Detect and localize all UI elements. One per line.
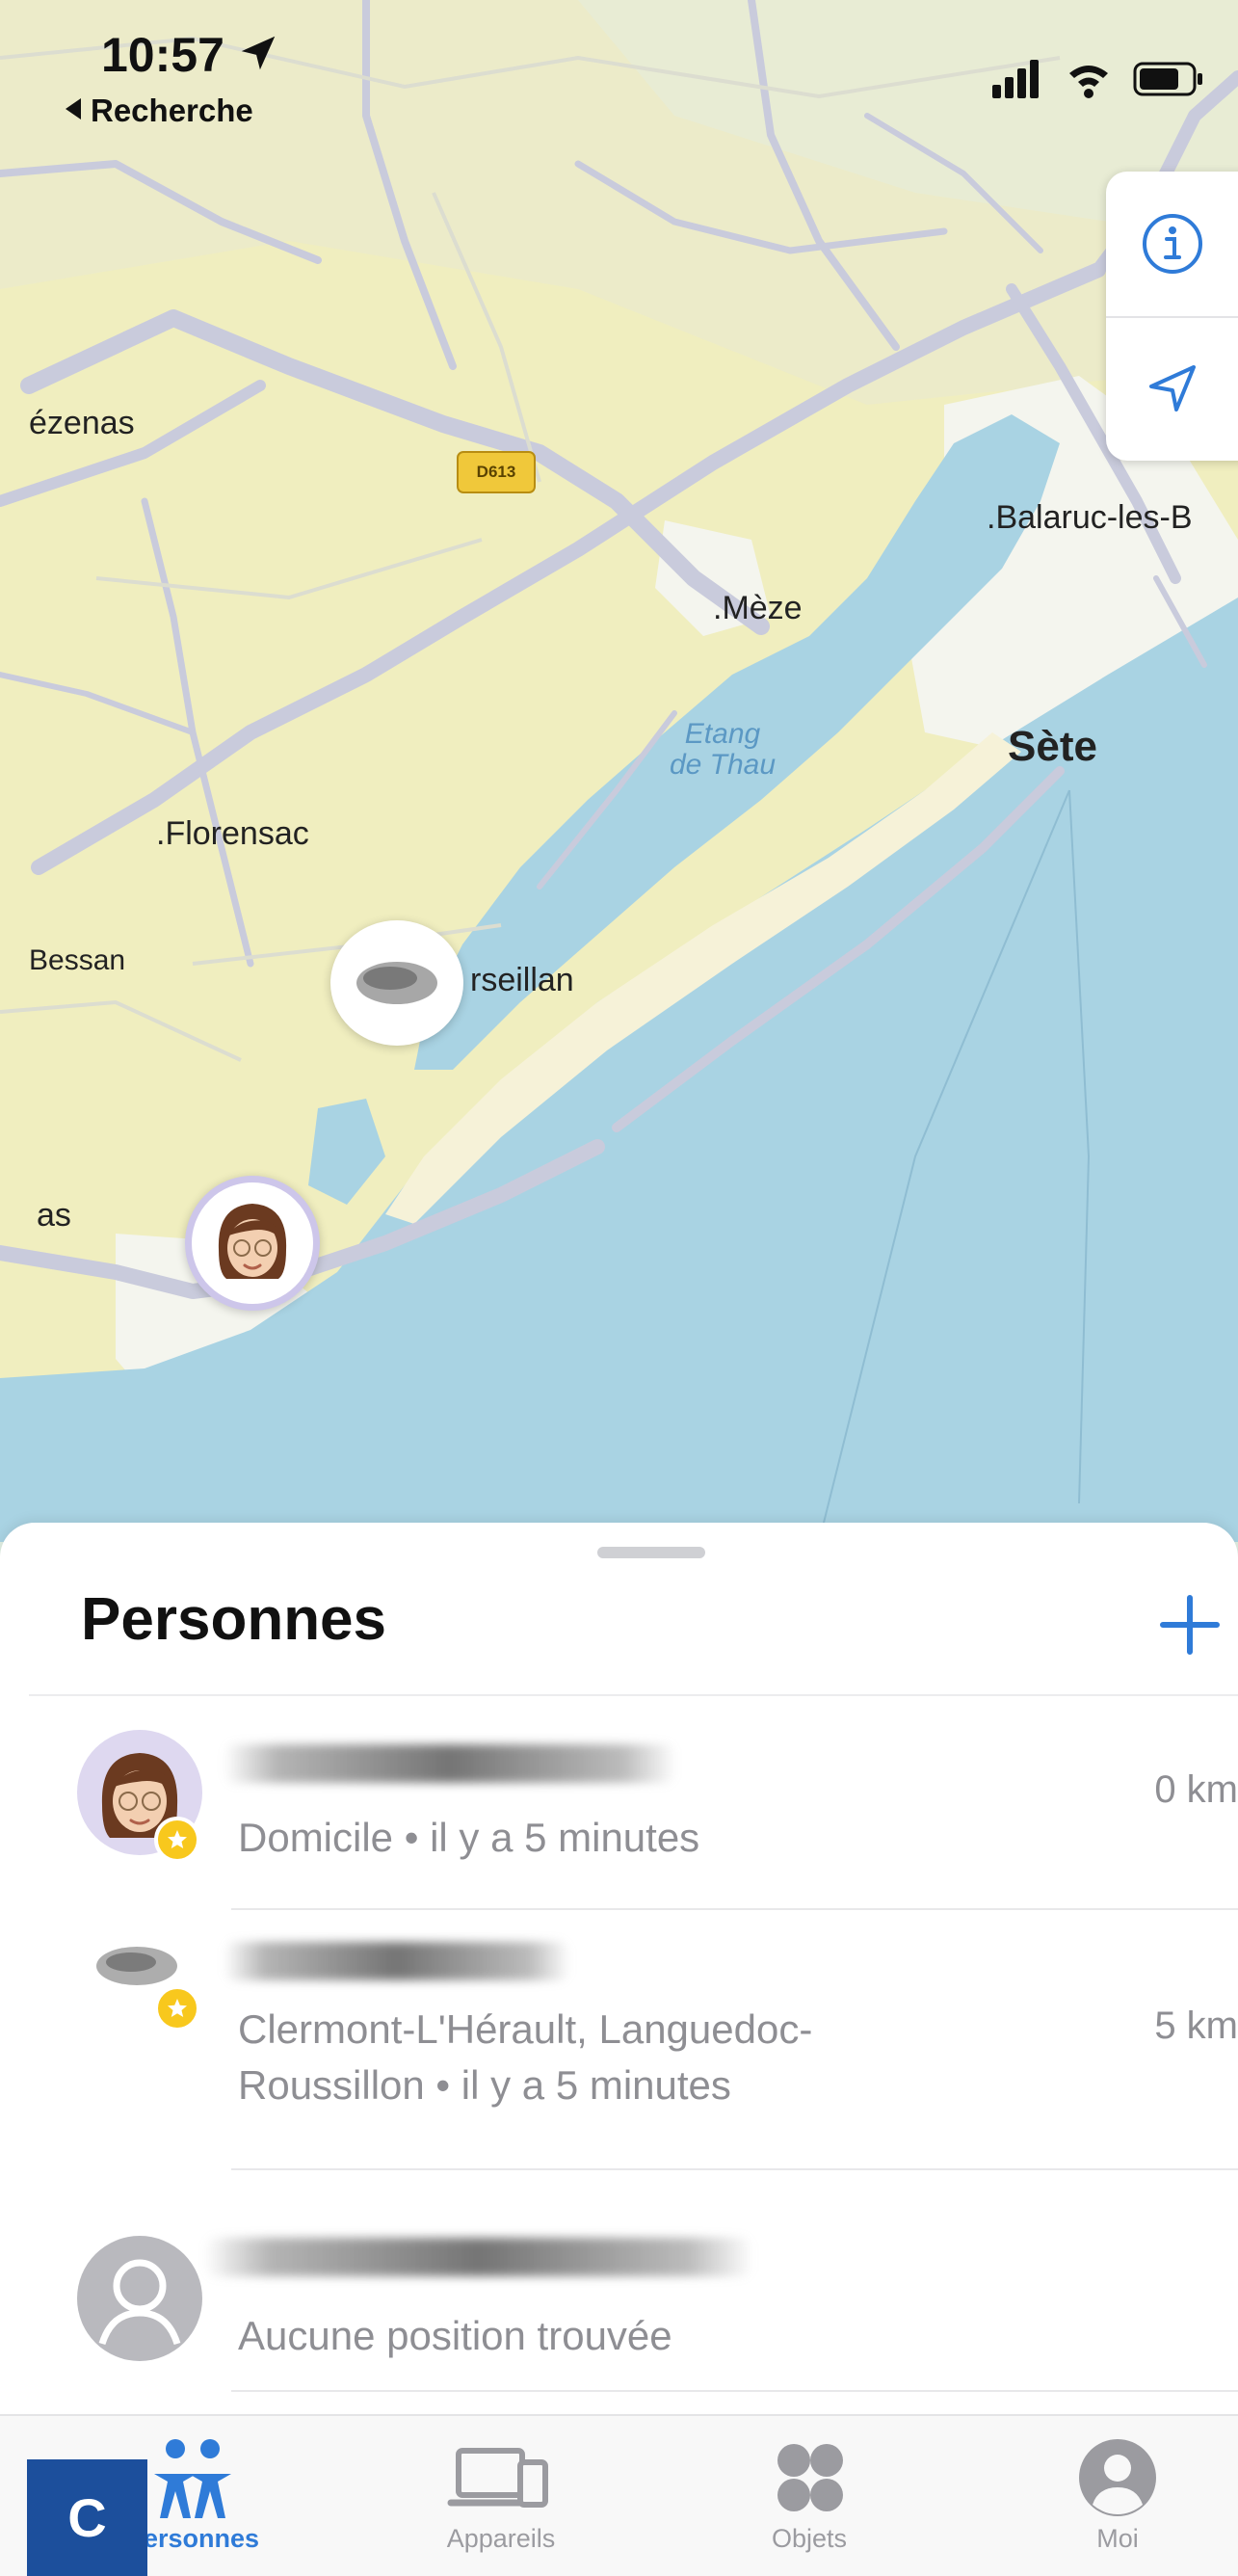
map-label-agde: as <box>37 1197 71 1234</box>
sheet-title: Personnes <box>81 1586 387 1653</box>
map-label-etang-line2: de Thau <box>669 749 777 781</box>
sheet-divider <box>29 1694 1238 1696</box>
status-icons <box>992 60 1202 98</box>
map-label-bessan: Bessan <box>29 944 126 976</box>
person-status-3: Aucune position trouvée <box>238 2313 672 2358</box>
person-location-line1-2: Clermont-L'Hérault, Languedoc- <box>238 2006 813 2052</box>
person-row-3[interactable]: Aucune position trouvée <box>0 2178 1238 2409</box>
tab-appareils-label: Appareils <box>446 2524 556 2553</box>
find-my-screen: 10:57 Recherche ézenas D613 .Balaruc-les… <box>0 0 1238 2576</box>
map-label-marseillan: rseillan <box>470 962 574 998</box>
person-name-redacted-3 <box>204 2238 753 2276</box>
favorite-star-icon <box>154 1985 200 2032</box>
person-name-redacted-2 <box>224 1942 570 1980</box>
tab-moi-label: Moi <box>1096 2524 1139 2553</box>
location-arrow-icon <box>1148 365 1196 412</box>
blurred-avatar-icon <box>356 962 437 1004</box>
memoji-avatar-icon <box>198 1189 306 1297</box>
tab-objets[interactable]: Objets <box>694 2416 925 2576</box>
person-row-2[interactable]: Clermont-L'Hérault, Languedoc- Roussillo… <box>0 1908 1238 2207</box>
tab-bar: Personnes Appareils Objets Moi <box>0 2414 1238 2576</box>
back-to-app-link[interactable]: Recherche <box>66 93 253 129</box>
favorite-star-icon <box>154 1817 200 1863</box>
back-triangle-icon <box>66 98 81 120</box>
map-label-etang-line1: Etang <box>684 718 761 750</box>
tab-appareils[interactable]: Appareils <box>385 2416 617 2576</box>
map-controls <box>1106 172 1238 461</box>
items-icon <box>777 2444 843 2511</box>
road-badge-d613: D613 <box>457 451 536 493</box>
row-separator <box>231 2168 1238 2170</box>
person-avatar-3 <box>77 2236 202 2361</box>
tab-objets-label: Objets <box>771 2524 848 2553</box>
person-location-line2-2: Roussillon • il y a 5 minutes <box>238 2062 731 2108</box>
info-icon <box>1142 214 1202 274</box>
location-services-icon <box>241 36 276 70</box>
map-label-etang-de-thau: Etang de Thau <box>645 719 800 781</box>
map-label-sete: Sète <box>1008 723 1097 770</box>
map-pin-person[interactable] <box>185 1176 320 1311</box>
map-label-meze: .Mèze <box>713 590 803 626</box>
person-name-redacted-1 <box>224 1744 676 1783</box>
battery-icon <box>1133 62 1202 96</box>
wifi-icon <box>1069 66 1108 98</box>
map-view[interactable] <box>0 0 1238 1542</box>
devices-icon <box>447 2448 548 2508</box>
add-person-button[interactable] <box>1151 1580 1228 1667</box>
person-distance-1: 0 km <box>1154 1768 1238 1811</box>
map-label-balaruc: .Balaruc-les-B <box>987 499 1193 536</box>
map-label-pezenas: ézenas <box>29 405 135 441</box>
status-bar: 10:57 Recherche <box>0 0 1238 145</box>
people-icon <box>154 2439 231 2518</box>
plus-icon <box>1160 1595 1220 1655</box>
signal-icon <box>992 60 1039 98</box>
status-time: 10:57 <box>101 28 224 82</box>
back-to-app-label: Recherche <box>91 93 253 128</box>
row-separator <box>231 2390 1238 2392</box>
person-placeholder-icon <box>98 2259 181 2346</box>
locate-button[interactable] <box>1106 316 1238 461</box>
info-button[interactable] <box>1106 172 1238 318</box>
person-circle-icon <box>1079 2439 1156 2516</box>
sheet-grabber[interactable] <box>597 1547 705 1558</box>
tab-moi[interactable]: Moi <box>1002 2416 1233 2576</box>
map-pin-device[interactable] <box>330 920 463 1046</box>
corner-badge: C <box>27 2459 147 2576</box>
map-label-florensac: .Florensac <box>156 815 309 852</box>
person-distance-2: 5 km <box>1154 2005 1238 2047</box>
person-status-1: Domicile • il y a 5 minutes <box>238 1815 700 1860</box>
